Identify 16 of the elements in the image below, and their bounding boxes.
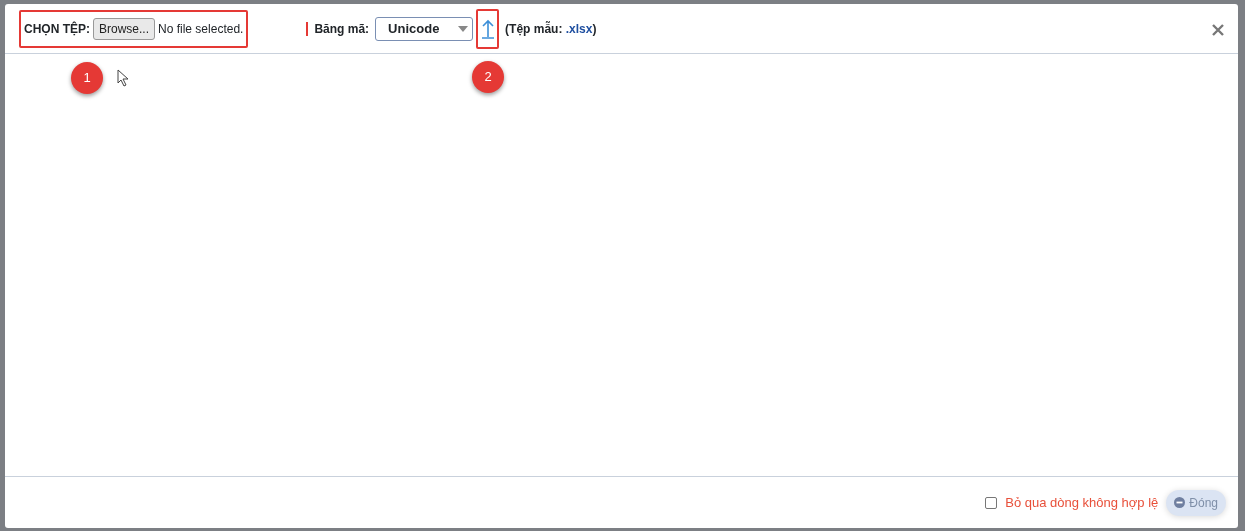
file-status: No file selected. (158, 20, 244, 38)
caret-icon (458, 25, 469, 32)
upload-icon[interactable] (480, 18, 495, 39)
cursor-icon (117, 68, 131, 87)
callout-marker: 1 (71, 61, 103, 94)
checkbox-label: Bỏ qua dòng không hợp lệ (1005, 493, 1159, 512)
browse-button[interactable]: Browse... (93, 17, 155, 40)
template-link[interactable]: .xlsx (565, 21, 593, 36)
file-label: CHỌN TỆP: (24, 20, 90, 38)
callout-marker: 2 (472, 60, 505, 93)
checkbox[interactable] (985, 496, 998, 509)
template-note: (Tệp mẫu: .xlsx) (505, 20, 597, 38)
separator-mark (306, 21, 309, 36)
encoding-select[interactable]: Unicode (375, 16, 474, 41)
encoding-label: Băng mã: (314, 20, 370, 38)
minus-icon (1174, 497, 1186, 508)
